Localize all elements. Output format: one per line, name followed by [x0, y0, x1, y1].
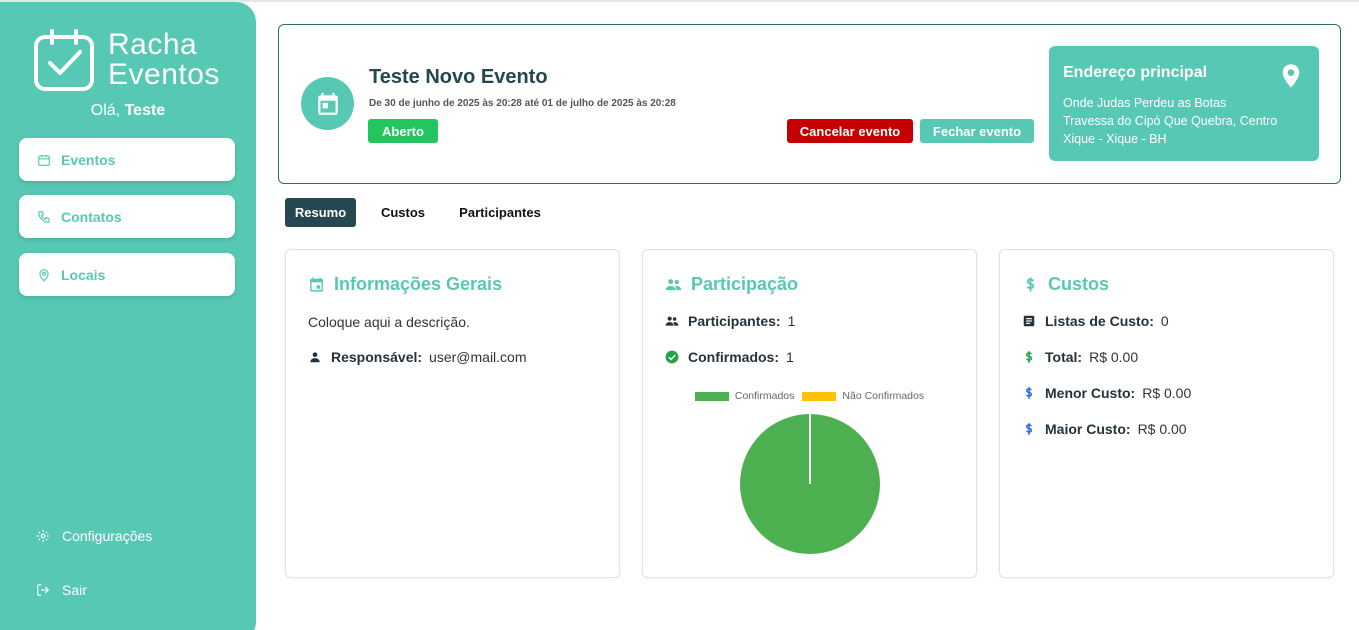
sidebar-item-contatos[interactable]: Contatos — [19, 195, 235, 238]
sidebar-item-locais[interactable]: Locais — [19, 253, 235, 296]
sidebar-item-label: Eventos — [61, 151, 116, 168]
check-circle-icon — [665, 350, 679, 364]
responsible-row: Responsável: user@mail.com — [308, 349, 527, 365]
address-panel: Endereço principal Onde Judas Perdeu as … — [1049, 46, 1319, 161]
greeting-name: Teste — [124, 102, 166, 119]
map-pin-icon — [1282, 64, 1300, 88]
min-cost-label: Menor Custo: — [1045, 385, 1136, 401]
settings-label: Configurações — [62, 528, 153, 544]
people-icon — [665, 279, 682, 291]
general-info-card: Informações Gerais Coloque aqui a descri… — [285, 249, 620, 578]
event-header-card: Teste Novo Evento De 30 de junho de 2025… — [278, 24, 1341, 184]
sidebar-item-eventos[interactable]: Eventos — [19, 138, 235, 181]
event-calendar-icon — [317, 92, 338, 115]
costs-card: Custos Listas de Custo: 0 Total: R$ 0.00… — [999, 249, 1334, 578]
confirmed-label: Confirmados: — [688, 349, 779, 365]
max-cost-value: R$ 0.00 — [1137, 421, 1187, 437]
sidebar-item-label: Contatos — [61, 208, 122, 225]
tab-participantes[interactable]: Participantes — [450, 198, 550, 227]
card-title-text: Custos — [1048, 274, 1110, 294]
cost-lists-value: 0 — [1160, 313, 1169, 329]
participants-row: Participantes: 1 — [665, 313, 795, 329]
sidebar: Racha Eventos Olá, Teste Eventos Contato… — [0, 2, 256, 630]
logout-label: Sair — [62, 582, 87, 598]
app-logo[interactable]: Racha Eventos — [32, 26, 232, 96]
max-cost-row: Maior Custo: R$ 0.00 — [1022, 421, 1187, 437]
status-badge: Aberto — [368, 119, 438, 143]
card-title-text: Participação — [691, 274, 799, 294]
dollar-icon — [1025, 351, 1033, 363]
cost-lists-row: Listas de Custo: 0 — [1022, 313, 1169, 329]
confirmed-row: Confirmados: 1 — [665, 349, 794, 365]
card-title: Informações Gerais — [308, 274, 502, 295]
responsible-label: Responsável: — [331, 349, 423, 365]
calendar-icon — [38, 154, 50, 166]
participation-pie-chart — [740, 414, 880, 554]
greeting: Olá, Teste — [0, 102, 256, 120]
event-title: Teste Novo Evento — [369, 66, 548, 88]
person-icon — [310, 352, 320, 363]
address-line-2: Travessa do Cipó Que Quebra, Centro — [1063, 114, 1278, 128]
responsible-value: user@mail.com — [429, 349, 527, 365]
event-avatar — [301, 77, 354, 130]
total-value: R$ 0.00 — [1089, 349, 1139, 365]
min-cost-value: R$ 0.00 — [1142, 385, 1192, 401]
logo-line-2: Eventos — [108, 58, 220, 91]
address-line-3: Xique - Xique - BH — [1063, 132, 1167, 146]
total-row: Total: R$ 0.00 — [1022, 349, 1138, 365]
location-icon — [39, 268, 49, 282]
logout-link[interactable]: Sair — [36, 582, 87, 598]
participants-value: 1 — [787, 313, 796, 329]
card-title-text: Informações Gerais — [334, 274, 503, 294]
card-title: Custos — [1022, 274, 1109, 295]
total-label: Total: — [1045, 349, 1083, 365]
max-cost-label: Maior Custo: — [1045, 421, 1131, 437]
calendar-icon — [310, 277, 323, 292]
min-cost-row: Menor Custo: R$ 0.00 — [1022, 385, 1191, 401]
tab-resumo[interactable]: Resumo — [285, 198, 356, 227]
list-icon — [1023, 315, 1035, 327]
phone-icon — [38, 210, 50, 223]
logo-line-1: Racha — [108, 28, 198, 61]
event-dates: De 30 de junho de 2025 às 20:28 até 01 d… — [369, 98, 676, 109]
event-description: Coloque aqui a descrição. — [308, 314, 470, 330]
settings-link[interactable]: Configurações — [36, 528, 152, 544]
legend-item-not-confirmed[interactable]: Não Confirmados — [802, 390, 924, 402]
participants-label: Participantes: — [688, 313, 781, 329]
legend-swatch-not-confirmed — [802, 391, 837, 401]
legend-label-not-confirmed: Não Confirmados — [842, 390, 925, 402]
participation-card: Participação Participantes: 1 Confirmado… — [642, 249, 977, 578]
greeting-prefix: Olá, — [90, 102, 121, 119]
legend-swatch-confirmed — [694, 391, 729, 401]
dollar-icon — [1025, 387, 1033, 399]
tab-custos[interactable]: Custos — [370, 198, 436, 227]
legend-item-confirmed[interactable]: Confirmados — [694, 390, 795, 402]
sidebar-item-label: Locais — [61, 266, 106, 283]
confirmed-value: 1 — [786, 349, 794, 365]
dollar-icon — [1025, 423, 1033, 435]
cost-lists-label: Listas de Custo: — [1045, 313, 1154, 329]
card-title: Participação — [665, 274, 798, 295]
address-line-1: Onde Judas Perdeu as Botas — [1063, 96, 1227, 110]
dollar-icon — [1026, 277, 1035, 292]
cancel-event-button[interactable]: Cancelar evento — [787, 119, 913, 143]
chart-legend: Confirmados Não Confirmados — [643, 390, 976, 402]
address-title: Endereço principal — [1063, 64, 1208, 81]
gear-icon — [37, 530, 49, 542]
people-icon — [665, 316, 679, 326]
close-event-button[interactable]: Fechar evento — [920, 119, 1034, 143]
calendar-check-logo-icon — [34, 29, 94, 91]
logo-text: Racha Eventos — [108, 30, 220, 90]
logout-icon — [37, 584, 50, 596]
legend-label-confirmed: Confirmados — [734, 390, 795, 402]
